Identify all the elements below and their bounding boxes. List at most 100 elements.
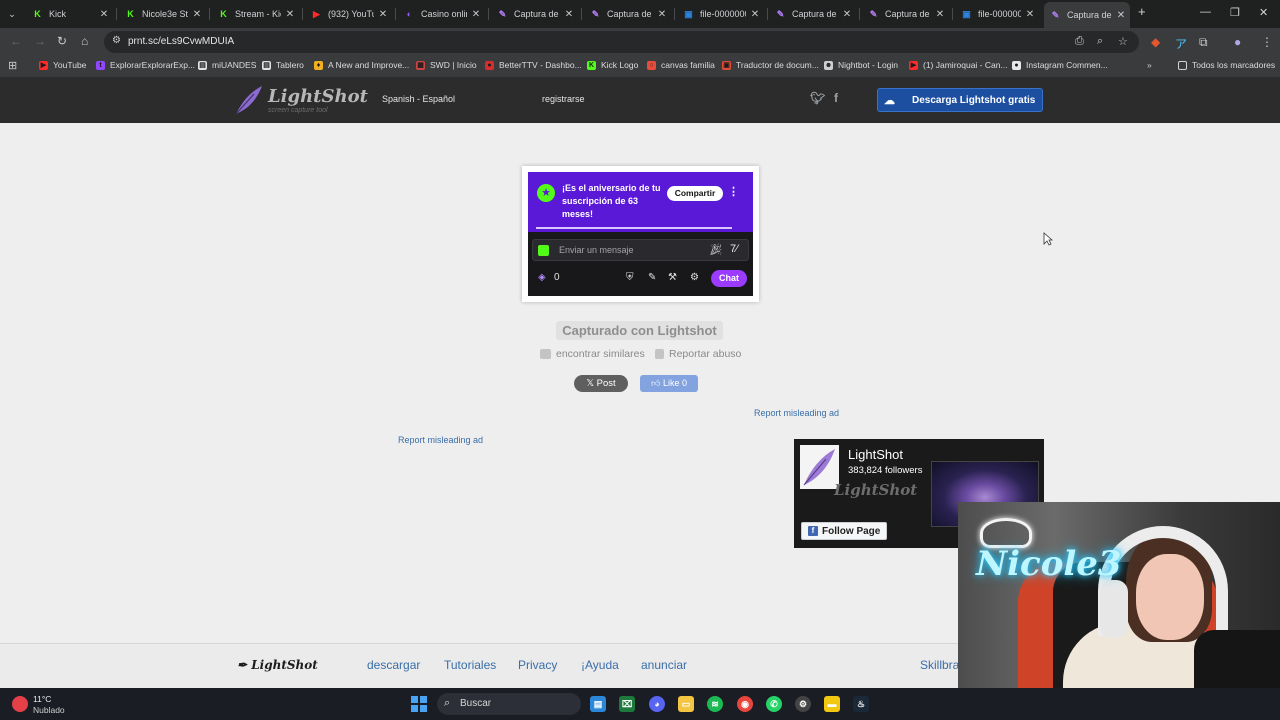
twitter-icon[interactable]: 🐦︎ bbox=[810, 91, 825, 105]
sticky-notes-icon[interactable]: ▬ bbox=[824, 696, 840, 712]
forward-icon[interactable]: → bbox=[34, 34, 46, 48]
bookmark-item[interactable]: ▶ (1) Jamiroquai - Can... bbox=[909, 60, 1008, 70]
report-misleading-ad-link[interactable]: Report misleading ad bbox=[754, 408, 839, 418]
notes-app-icon[interactable]: ▤ bbox=[590, 696, 606, 712]
bookmark-item[interactable]: ● Instagram Commen... bbox=[1012, 60, 1108, 70]
report-abuse-link[interactable]: Reportar abuso bbox=[655, 348, 741, 360]
bookmark-item[interactable]: ▤ Tablero bbox=[262, 60, 304, 70]
browser-tab[interactable]: K Stream - Kic ✕ bbox=[212, 4, 299, 24]
steam-icon[interactable]: ♨ bbox=[853, 696, 869, 712]
pencil-icon: ✎ bbox=[648, 272, 657, 283]
tab-close-icon[interactable]: ✕ bbox=[935, 9, 945, 20]
tab-close-icon[interactable]: ✕ bbox=[192, 9, 202, 20]
browser-tab[interactable]: ✎ Captura de ✕ bbox=[584, 4, 671, 24]
footer-link-help[interactable]: ¡Ayuda bbox=[581, 658, 619, 672]
restore-icon[interactable]: ❐ bbox=[1230, 6, 1240, 19]
follow-page-button[interactable]: f Follow Page bbox=[801, 522, 887, 540]
register-link[interactable]: registrarse bbox=[542, 94, 585, 104]
tab-close-icon[interactable]: ✕ bbox=[1025, 9, 1035, 20]
tab-close-icon[interactable]: ✕ bbox=[285, 9, 295, 20]
browser-tab[interactable]: K Kick ✕ bbox=[26, 4, 113, 24]
report-misleading-ad-link[interactable]: Report misleading ad bbox=[398, 435, 483, 445]
all-bookmarks-folder[interactable]: Todos los marcadores bbox=[1178, 60, 1275, 70]
back-icon[interactable]: ← bbox=[10, 34, 22, 48]
footer-link-privacy[interactable]: Privacy bbox=[518, 658, 557, 672]
tab-close-icon[interactable]: ✕ bbox=[564, 9, 574, 20]
extensions-puzzle-icon[interactable]: ⧉ bbox=[1199, 35, 1208, 50]
tab-close-icon[interactable]: ✕ bbox=[378, 9, 388, 20]
language-selector[interactable]: Spanish - Español bbox=[382, 94, 455, 104]
site-info-icon[interactable]: ⚙ bbox=[112, 35, 121, 46]
kick-chat-capture: ★ ¡Es el aniversario de tu suscripción d… bbox=[528, 172, 753, 296]
profile-avatar[interactable]: ● bbox=[1234, 35, 1241, 49]
url-text: prnt.sc/eLs9CvwMDUIA bbox=[128, 36, 235, 47]
bookmark-item[interactable]: ▦ SWD | Inicio bbox=[416, 60, 477, 70]
footer-link-tutorials[interactable]: Tutoriales bbox=[444, 658, 496, 672]
lightshot-logo[interactable]: LightShot bbox=[268, 86, 368, 107]
footer-link-skillbrains[interactable]: Skillbra bbox=[920, 658, 959, 672]
footer-link-advertise[interactable]: anunciar bbox=[641, 658, 687, 672]
bookmark-star-icon[interactable]: ☆ bbox=[1118, 35, 1128, 48]
settings-app-icon[interactable]: ⚙ bbox=[795, 696, 811, 712]
bookmark-item[interactable]: ○ canvas familia bbox=[647, 60, 715, 70]
tab-close-icon[interactable]: ✕ bbox=[750, 9, 760, 20]
footer-link-download[interactable]: descargar bbox=[367, 658, 420, 672]
bookmark-item[interactable]: ▶ YouTube bbox=[39, 60, 86, 70]
x-post-button[interactable]: 𝕏 Post bbox=[574, 375, 628, 392]
facebook-like-button[interactable]: 👍︎ Like 0 bbox=[640, 375, 698, 392]
tab-close-icon[interactable]: ✕ bbox=[471, 9, 481, 20]
browser-tab[interactable]: ▣ file-0000000 ✕ bbox=[677, 4, 764, 24]
discord-icon[interactable]: ◕ bbox=[649, 696, 665, 712]
bookmark-item[interactable]: ▣ Traductor de docum... bbox=[722, 60, 819, 70]
bookmarks-overflow-icon[interactable]: » bbox=[1147, 60, 1152, 70]
extension-translate-icon[interactable]: ア bbox=[1175, 35, 1187, 52]
bookmark-item[interactable]: K Kick Logo bbox=[587, 60, 638, 70]
tab-close-icon[interactable]: ✕ bbox=[657, 9, 667, 20]
extension-icon[interactable]: ◆ bbox=[1151, 35, 1160, 49]
facebook-icon[interactable]: f bbox=[834, 91, 838, 105]
tab-close-icon[interactable]: ✕ bbox=[842, 9, 852, 20]
spotify-icon[interactable]: ≋ bbox=[707, 696, 723, 712]
tab-list-button[interactable]: ⌄ bbox=[4, 4, 20, 24]
browser-tab[interactable]: ▶ (932) YouTub ✕ bbox=[305, 4, 392, 24]
browser-tab[interactable]: ✎ Captura de ✕ bbox=[862, 4, 949, 24]
bookmark-item[interactable]: ▤ miUANDES bbox=[198, 60, 256, 70]
file-explorer-icon[interactable]: ▭ bbox=[678, 696, 694, 712]
home-icon[interactable]: ⌂ bbox=[81, 34, 88, 48]
browser-menu-icon[interactable]: ⋮ bbox=[1261, 35, 1273, 49]
tab-favicon-icon: ▶ bbox=[313, 8, 320, 19]
browser-tab[interactable]: ▣ file-0000000 ✕ bbox=[955, 4, 1039, 24]
zoom-icon[interactable]: ⌕ bbox=[1097, 35, 1103, 48]
tab-separator bbox=[581, 8, 582, 20]
minimize-icon[interactable]: — bbox=[1200, 6, 1211, 18]
browser-tab[interactable]: ✎ Captura de ✕ bbox=[491, 4, 578, 24]
find-similar-link[interactable]: encontrar similares bbox=[540, 348, 645, 360]
weather-condition: Nublado bbox=[33, 705, 65, 715]
address-bar[interactable]: ⚙ prnt.sc/eLs9CvwMDUIA ⎙ ⌕ ☆ bbox=[104, 31, 1139, 53]
close-window-icon[interactable]: ✕ bbox=[1259, 6, 1268, 19]
chrome-icon[interactable]: ◉ bbox=[737, 696, 753, 712]
terminal-app-icon[interactable]: ⌧ bbox=[619, 696, 635, 712]
tab-close-icon[interactable]: ✕ bbox=[1116, 10, 1126, 21]
footer-logo[interactable]: ✒ LightShot bbox=[237, 658, 318, 672]
reload-icon[interactable]: ↻ bbox=[57, 34, 67, 48]
whatsapp-icon[interactable]: ✆ bbox=[766, 696, 782, 712]
bookmark-item[interactable]: ● BetterTTV - Dashbo... bbox=[485, 60, 582, 70]
apps-grid-icon[interactable]: ⊞ bbox=[8, 59, 17, 72]
windows-start-icon[interactable] bbox=[411, 696, 427, 712]
download-lightshot-button[interactable]: ☁ Descarga Lightshot gratis bbox=[877, 88, 1043, 112]
browser-tab[interactable]: ◐ Casino onlin ✕ bbox=[398, 4, 485, 24]
taskbar-search[interactable]: ⌕ Buscar bbox=[437, 693, 581, 715]
new-tab-button[interactable]: + bbox=[1138, 4, 1146, 19]
shield-icon: ⛨ bbox=[626, 272, 634, 283]
browser-tab[interactable]: ✎ Captura de ✕ bbox=[1044, 2, 1130, 28]
captured-screenshot[interactable]: ★ ¡Es el aniversario de tu suscripción d… bbox=[522, 166, 759, 302]
bookmark-item[interactable]: ♦ A New and Improve... bbox=[314, 60, 409, 70]
bookmark-item[interactable]: t ExplorarExplorarExp... bbox=[96, 60, 195, 70]
install-app-icon[interactable]: ⎙ bbox=[1075, 35, 1084, 48]
browser-tab[interactable]: ✎ Captura de ✕ bbox=[769, 4, 856, 24]
fb-page-name[interactable]: LightShot bbox=[848, 447, 903, 462]
browser-tab[interactable]: K Nicole3e Stre ✕ bbox=[119, 4, 206, 24]
tab-close-icon[interactable]: ✕ bbox=[99, 9, 109, 20]
bookmark-item[interactable]: ☻ Nightbot - Login bbox=[824, 60, 898, 70]
